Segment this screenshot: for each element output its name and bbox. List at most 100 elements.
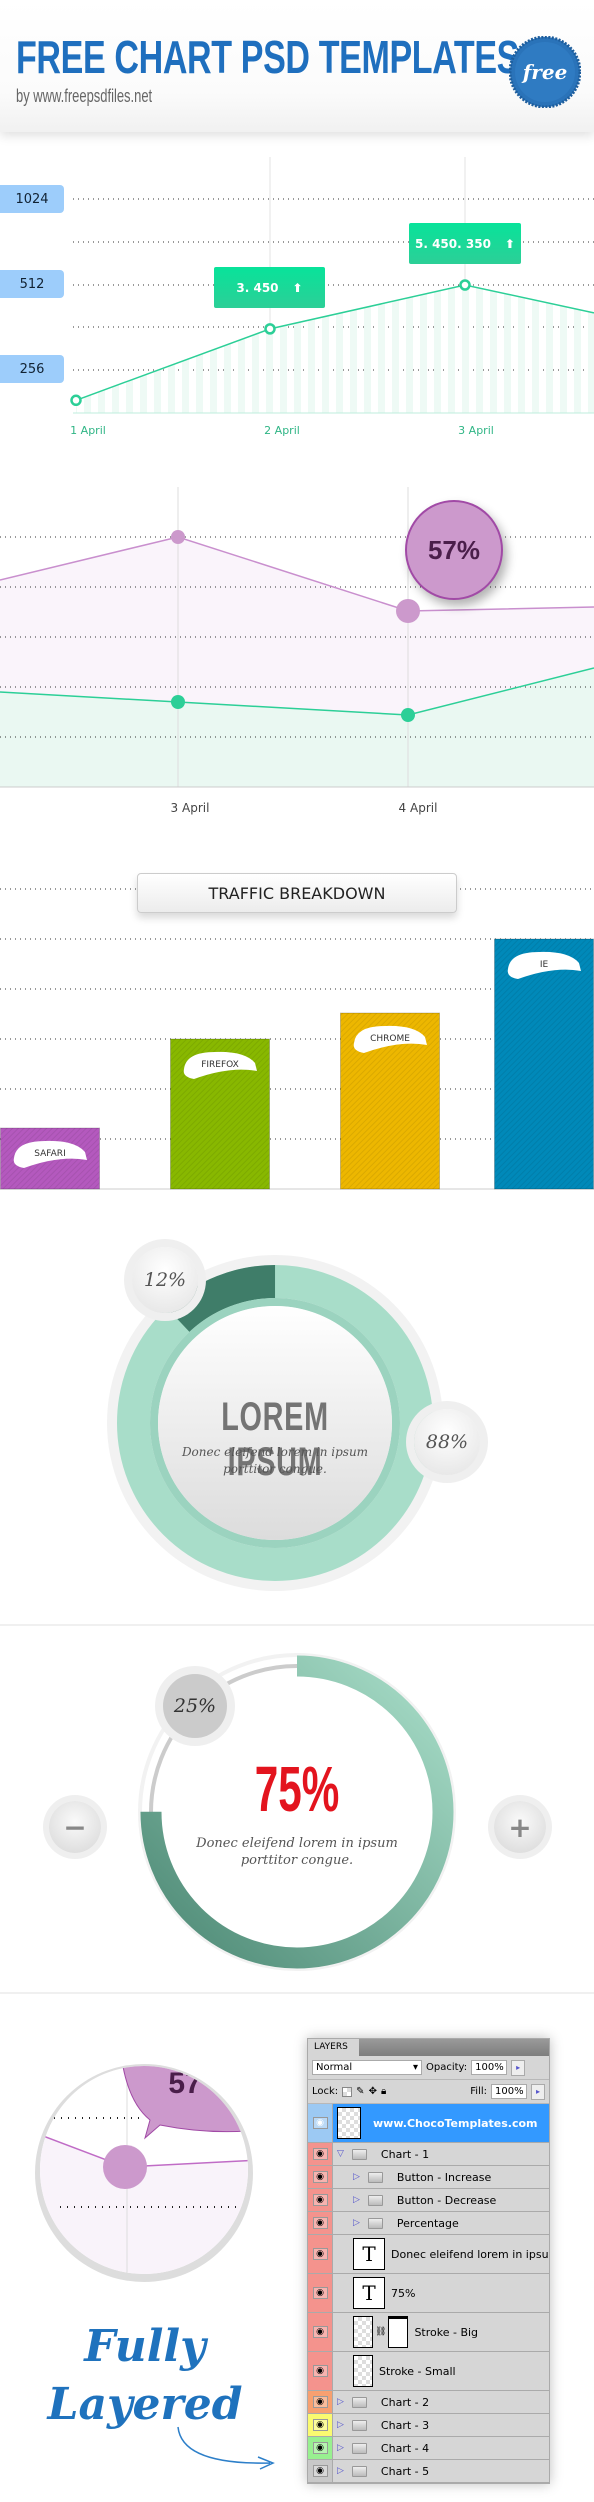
lock-brush-icon[interactable]: ✎	[356, 2086, 364, 2097]
lock-move-icon[interactable]: ✥	[369, 2086, 377, 2097]
fill-slider-button[interactable]: ▸	[531, 2083, 545, 2100]
layer-row[interactable]: ◉ ▽ Chart - 1	[308, 2143, 549, 2166]
visibility-toggle[interactable]: ◉	[308, 2189, 333, 2211]
arrow-up-icon: ⬆	[504, 236, 515, 251]
tagline: Fully Layered	[30, 2318, 260, 2434]
visibility-toggle[interactable]: ◉	[308, 2143, 333, 2165]
y-tick: 1024	[15, 191, 49, 207]
collapse-triangle-icon[interactable]: ▷	[337, 2466, 344, 2476]
opacity-input[interactable]: 100%	[471, 2060, 508, 2075]
bar-label: CHROME	[370, 1034, 410, 1044]
visibility-toggle[interactable]: ◉	[308, 2166, 333, 2188]
visibility-toggle[interactable]: ◉	[308, 2313, 333, 2351]
eye-icon: ◉	[312, 2248, 328, 2260]
tooltip-value: 5. 450. 350	[415, 236, 491, 251]
visibility-toggle[interactable]: ◉	[308, 2460, 333, 2482]
layer-row[interactable]: ◉ www.ChocoTemplates.com	[308, 2104, 549, 2143]
y-tick: 256	[19, 361, 45, 377]
collapse-triangle-icon[interactable]: ▷	[337, 2443, 344, 2453]
layer-thumbnail	[353, 2316, 373, 2348]
eye-icon: ◉	[312, 2117, 328, 2129]
collapse-triangle-icon[interactable]: ▷	[353, 2218, 360, 2228]
folder-icon	[367, 2194, 383, 2206]
text-layer-icon: T	[353, 2277, 385, 2309]
layer-row[interactable]: ◉ ▷ Button - Decrease	[308, 2189, 549, 2212]
lock-transparency-icon[interactable]	[342, 2086, 353, 2097]
expanded-triangle-icon[interactable]: ▽	[337, 2149, 344, 2159]
visibility-toggle[interactable]: ◉	[308, 2352, 333, 2390]
eye-icon: ◉	[312, 2194, 328, 2206]
link-icon: ⛓	[375, 2327, 387, 2337]
visibility-toggle[interactable]: ◉	[308, 2437, 333, 2459]
layer-name: Chart - 5	[380, 2464, 430, 2478]
x-label: 2 April	[264, 424, 300, 437]
visibility-toggle[interactable]: ◉	[308, 2104, 333, 2142]
fill-input[interactable]: 100%	[491, 2084, 527, 2099]
eye-icon: ◉	[312, 2442, 328, 2454]
area-chart	[0, 487, 594, 788]
progress-text: Donec eleifend lorem in ipsum porttitor c…	[177, 1835, 417, 1869]
progress-value: 75%	[254, 1753, 340, 1825]
layer-row[interactable]: ◉ ▷ Chart - 4	[308, 2437, 549, 2460]
layer-name: Chart - 4	[380, 2441, 430, 2455]
layer-name: Donec eleifend lorem in ipsum porttitor …	[391, 2247, 549, 2261]
layer-name: Button - Decrease	[396, 2193, 497, 2207]
collapse-triangle-icon[interactable]: ▷	[353, 2172, 360, 2182]
eye-icon: ◉	[312, 2217, 328, 2229]
data-point	[171, 695, 185, 709]
lock-row: Lock: ✎ ✥ 🔒︎ Fill: 100% ▸	[308, 2080, 549, 2104]
collapse-triangle-icon[interactable]: ▷	[337, 2420, 344, 2430]
layer-row[interactable]: ◉ ▷ Chart - 5	[308, 2460, 549, 2483]
fill-label: Fill:	[470, 2086, 487, 2097]
x-label: 3 April	[458, 424, 494, 437]
layer-name: Stroke - Small	[379, 2364, 456, 2378]
x-label: 1 April	[70, 424, 106, 437]
visibility-toggle[interactable]: ◉	[308, 2235, 333, 2273]
plus-icon: +	[508, 1810, 532, 1844]
layer-row[interactable]: ◉ ▷ Percentage	[308, 2212, 549, 2235]
layer-name: 75%	[391, 2286, 416, 2300]
layer-row[interactable]: ◉ ⛓ Stroke - Big	[308, 2313, 549, 2352]
minus-icon: −	[63, 1810, 87, 1844]
visibility-toggle[interactable]: ◉	[308, 2414, 333, 2436]
layer-name: Percentage	[396, 2216, 459, 2230]
layer-row[interactable]: ◉ T 75%	[308, 2274, 549, 2313]
tooltip-2-april: 3. 450 ⬆	[214, 267, 325, 308]
callout-bubble: 57%	[405, 500, 503, 600]
opacity-slider-button[interactable]: ▸	[511, 2059, 526, 2076]
layer-row[interactable]: ◉ Stroke - Small	[308, 2352, 549, 2391]
visibility-toggle[interactable]: ◉	[308, 2212, 333, 2234]
lock-all-icon[interactable]: 🔒︎	[381, 2086, 386, 2097]
bar-chart: SAFARI FIREFOX CHROME IE	[0, 888, 594, 1190]
eye-icon: ◉	[312, 2365, 328, 2377]
visibility-toggle[interactable]: ◉	[308, 2391, 333, 2413]
blend-row: Normal ▾ Opacity: 100% ▸	[308, 2056, 549, 2080]
eye-icon: ◉	[312, 2419, 328, 2431]
blend-mode-select[interactable]: Normal ▾	[312, 2060, 422, 2075]
layer-row[interactable]: ◉ ▷ Button - Increase	[308, 2166, 549, 2189]
x-label: 3 April	[170, 801, 210, 815]
tab-layers[interactable]: LAYERS	[308, 2039, 359, 2056]
layer-row[interactable]: ◉ ▷ Chart - 3	[308, 2414, 549, 2437]
layer-row[interactable]: ◉ ▷ Chart - 2	[308, 2391, 549, 2414]
y-label-512: 512	[0, 270, 64, 298]
percent-bubble-rest: 25%	[163, 1674, 227, 1738]
x-label: 4 April	[398, 801, 438, 815]
layer-name: Chart - 3	[380, 2418, 430, 2432]
increase-button[interactable]: +	[494, 1801, 546, 1853]
subtitle: by www.freepsdfiles.net	[16, 86, 153, 106]
y-label-256: 256	[0, 355, 64, 383]
collapse-triangle-icon[interactable]: ▷	[337, 2397, 344, 2407]
data-point	[70, 394, 82, 407]
layer-name: Chart - 2	[380, 2395, 430, 2409]
layer-thumbnail	[337, 2107, 361, 2139]
collapse-triangle-icon[interactable]: ▷	[353, 2195, 360, 2205]
layer-row[interactable]: ◉ T Donec eleifend lorem in ipsum porttito…	[308, 2235, 549, 2274]
layer-name: Stroke - Big	[414, 2325, 479, 2339]
decrease-button[interactable]: −	[49, 1801, 101, 1853]
divider	[0, 1624, 594, 1626]
data-point	[459, 279, 471, 291]
blend-mode-value: Normal	[316, 2062, 353, 2073]
divider	[0, 1992, 594, 1994]
visibility-toggle[interactable]: ◉	[308, 2274, 333, 2312]
